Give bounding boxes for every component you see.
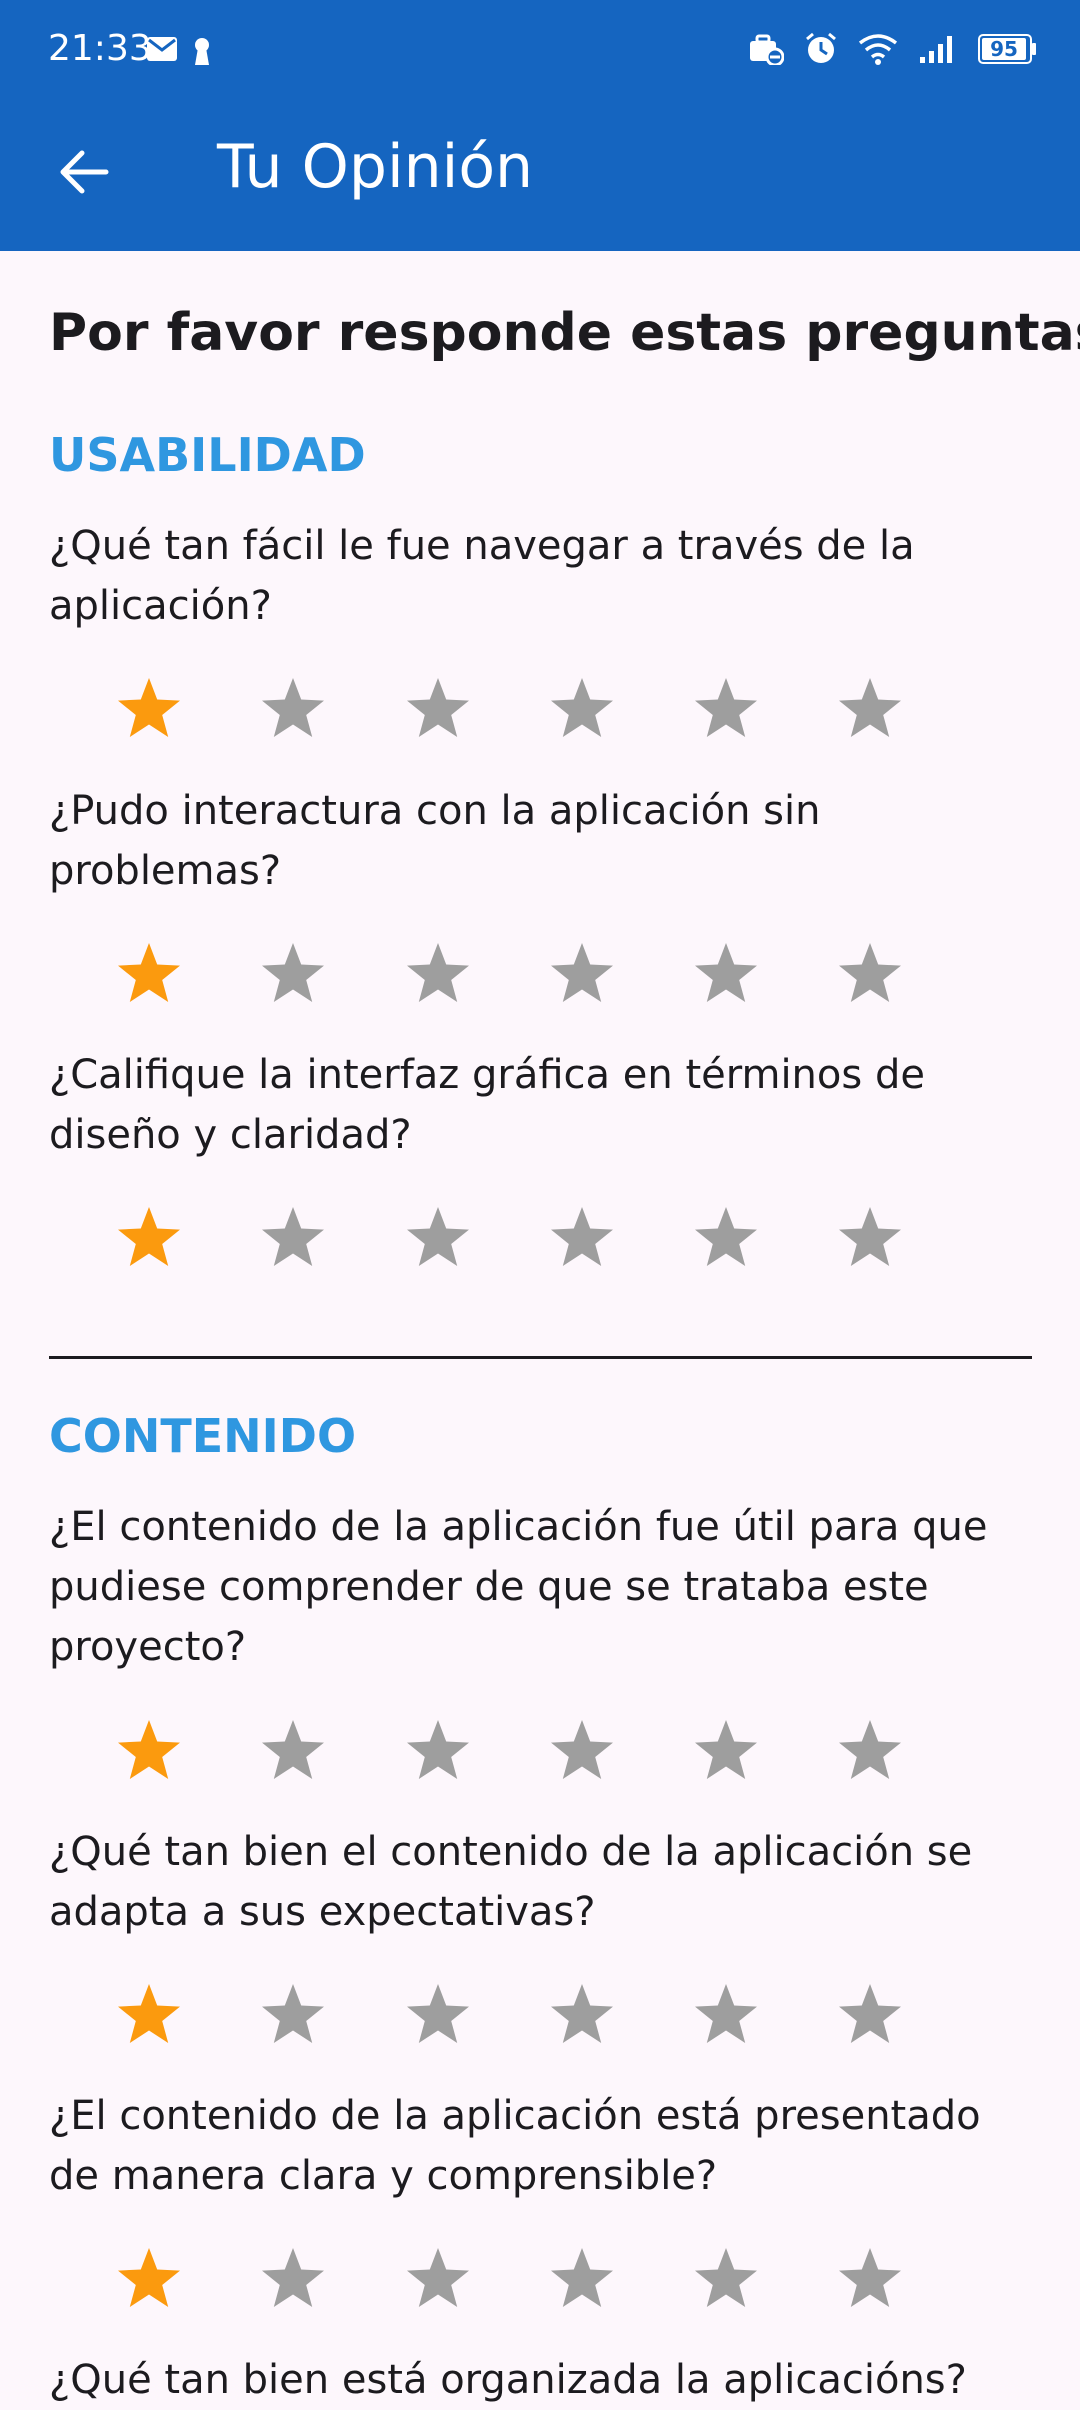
question-text: ¿Califique la interfaz gráfica en términ… [49,1052,925,1158]
star-empty-icon[interactable] [258,675,328,745]
star-filled-icon[interactable] [114,675,184,745]
star-empty-icon[interactable] [403,2245,473,2315]
star-empty-icon[interactable] [258,940,328,1010]
arrow-left-icon [60,150,109,194]
star-empty-icon[interactable] [835,2245,905,2315]
star-rating [49,940,1032,1020]
star-empty-icon[interactable] [691,940,761,1010]
star-rating [49,675,1032,755]
star-empty-icon[interactable] [691,2245,761,2315]
star-empty-icon[interactable] [547,2245,617,2315]
star-filled-icon[interactable] [114,1204,184,1274]
section-divider [49,1356,1032,1359]
star-empty-icon[interactable] [547,1981,617,2051]
keyhole-icon [195,38,209,65]
star-empty-icon[interactable] [691,1981,761,2051]
question-text: ¿Pudo interactura con la aplicación sin … [49,788,821,894]
star-empty-icon[interactable] [403,1981,473,2051]
mail-icon [147,37,177,61]
signal-icon [920,36,952,63]
battery-icon: 95 [978,34,1036,64]
star-empty-icon[interactable] [691,1204,761,1274]
question-text: ¿El contenido de la aplicación fue útil … [49,1504,988,1670]
star-rating [49,1204,1032,1284]
status-time: 21:33 [48,28,152,69]
star-empty-icon[interactable] [258,2245,328,2315]
wifi-icon [858,34,898,65]
star-empty-icon[interactable] [835,940,905,1010]
star-empty-icon[interactable] [258,1981,328,2051]
briefcase-off-icon [750,34,784,65]
question-text: ¿El contenido de la aplicación está pres… [49,2093,981,2199]
star-empty-icon[interactable] [835,1204,905,1274]
section-title-usabilidad: USABILIDAD [49,428,366,482]
battery-level: 95 [990,37,1018,61]
back-button[interactable] [52,140,116,204]
section-title-contenido: CONTENIDO [49,1409,357,1463]
alarm-icon [806,32,836,63]
question-text: ¿Qué tan bien el contenido de la aplicac… [49,1829,973,1935]
star-empty-icon[interactable] [691,675,761,745]
star-filled-icon[interactable] [114,940,184,1010]
star-rating [49,2245,1032,2325]
star-empty-icon[interactable] [547,1204,617,1274]
app-bar: 21:33 95 Tu Opinión [0,0,1080,251]
star-empty-icon[interactable] [547,1717,617,1787]
star-empty-icon[interactable] [258,1204,328,1274]
star-empty-icon[interactable] [403,1204,473,1274]
star-empty-icon[interactable] [547,940,617,1010]
star-empty-icon[interactable] [258,1717,328,1787]
star-empty-icon[interactable] [835,1981,905,2051]
status-bar: 21:33 95 [0,0,1080,100]
star-rating [49,1981,1032,2061]
star-empty-icon[interactable] [403,940,473,1010]
star-empty-icon[interactable] [835,675,905,745]
question-text: ¿Qué tan bien está organizada la aplicac… [49,2357,967,2403]
star-filled-icon[interactable] [114,2245,184,2315]
star-rating [49,1717,1032,1797]
survey-heading: Por favor responde estas preguntas: [49,303,1080,363]
star-empty-icon[interactable] [403,675,473,745]
page-title: Tu Opinión [217,132,534,202]
star-empty-icon[interactable] [547,675,617,745]
question-text: ¿Qué tan fácil le fue navegar a través d… [49,523,915,629]
star-empty-icon[interactable] [835,1717,905,1787]
star-filled-icon[interactable] [114,1717,184,1787]
star-empty-icon[interactable] [691,1717,761,1787]
star-empty-icon[interactable] [403,1717,473,1787]
star-filled-icon[interactable] [114,1981,184,2051]
